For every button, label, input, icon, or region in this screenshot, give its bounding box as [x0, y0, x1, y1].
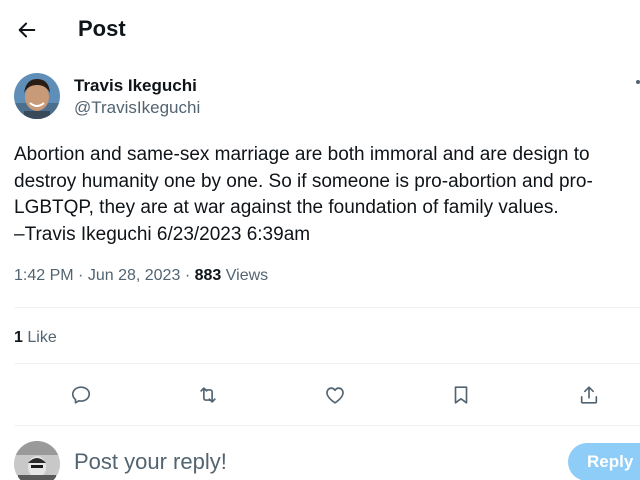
- reply-input[interactable]: [74, 446, 534, 478]
- heart-icon: [326, 387, 344, 404]
- post-text-line: LGBTQP, they are at war against the foun…: [14, 197, 559, 218]
- top-bar: Post: [0, 0, 640, 60]
- more-options-icon[interactable]: [636, 80, 640, 84]
- post-meta: 1:42 PM · Jun 28, 2023 · 883 Views: [14, 267, 268, 285]
- divider: [14, 307, 640, 308]
- repost-button[interactable]: [193, 380, 223, 410]
- repost-arrows-icon: [200, 387, 216, 403]
- meta-separator: ·: [78, 267, 84, 284]
- user-avatar[interactable]: [14, 441, 60, 480]
- like-button[interactable]: [320, 380, 350, 410]
- speech-bubble-icon: [71, 386, 91, 404]
- bookmark-button[interactable]: [446, 380, 476, 410]
- post-page: Post Travis Ikeguchi @TravisIkeguchi Abo…: [0, 0, 640, 480]
- reply-submit-button[interactable]: Reply: [568, 443, 640, 480]
- likes-count: 1: [14, 329, 23, 346]
- author-handle[interactable]: @TravisIkeguchi: [74, 98, 200, 118]
- share-button[interactable]: [574, 380, 604, 410]
- back-button[interactable]: [12, 16, 42, 44]
- author-name[interactable]: Travis Ikeguchi: [74, 76, 197, 96]
- author-avatar[interactable]: [14, 73, 60, 119]
- views-count: 883: [194, 267, 222, 284]
- reply-button[interactable]: [66, 380, 96, 410]
- divider: [14, 425, 640, 426]
- likes-link[interactable]: 1 Like: [14, 329, 57, 347]
- post-text-line: Abortion and same-sex marriage are both …: [14, 144, 590, 165]
- divider: [14, 363, 640, 364]
- post-text-line: destroy humanity one by one. So if someo…: [14, 170, 593, 192]
- post-time[interactable]: 1:42 PM: [14, 267, 74, 284]
- arrow-left-icon: [18, 22, 36, 38]
- page-title: Post: [78, 16, 126, 41]
- post-text-line: –Travis Ikeguchi 6/23/2023 6:39am: [14, 223, 311, 245]
- share-upload-icon: [580, 386, 598, 404]
- bookmark-icon: [454, 386, 468, 404]
- views-label: Views: [225, 267, 269, 284]
- meta-separator: ·: [184, 267, 191, 284]
- likes-label: Like: [27, 329, 57, 346]
- post-text: Abortion and same-sex marriage are both …: [14, 142, 636, 248]
- post-date[interactable]: Jun 28, 2023: [88, 267, 181, 284]
